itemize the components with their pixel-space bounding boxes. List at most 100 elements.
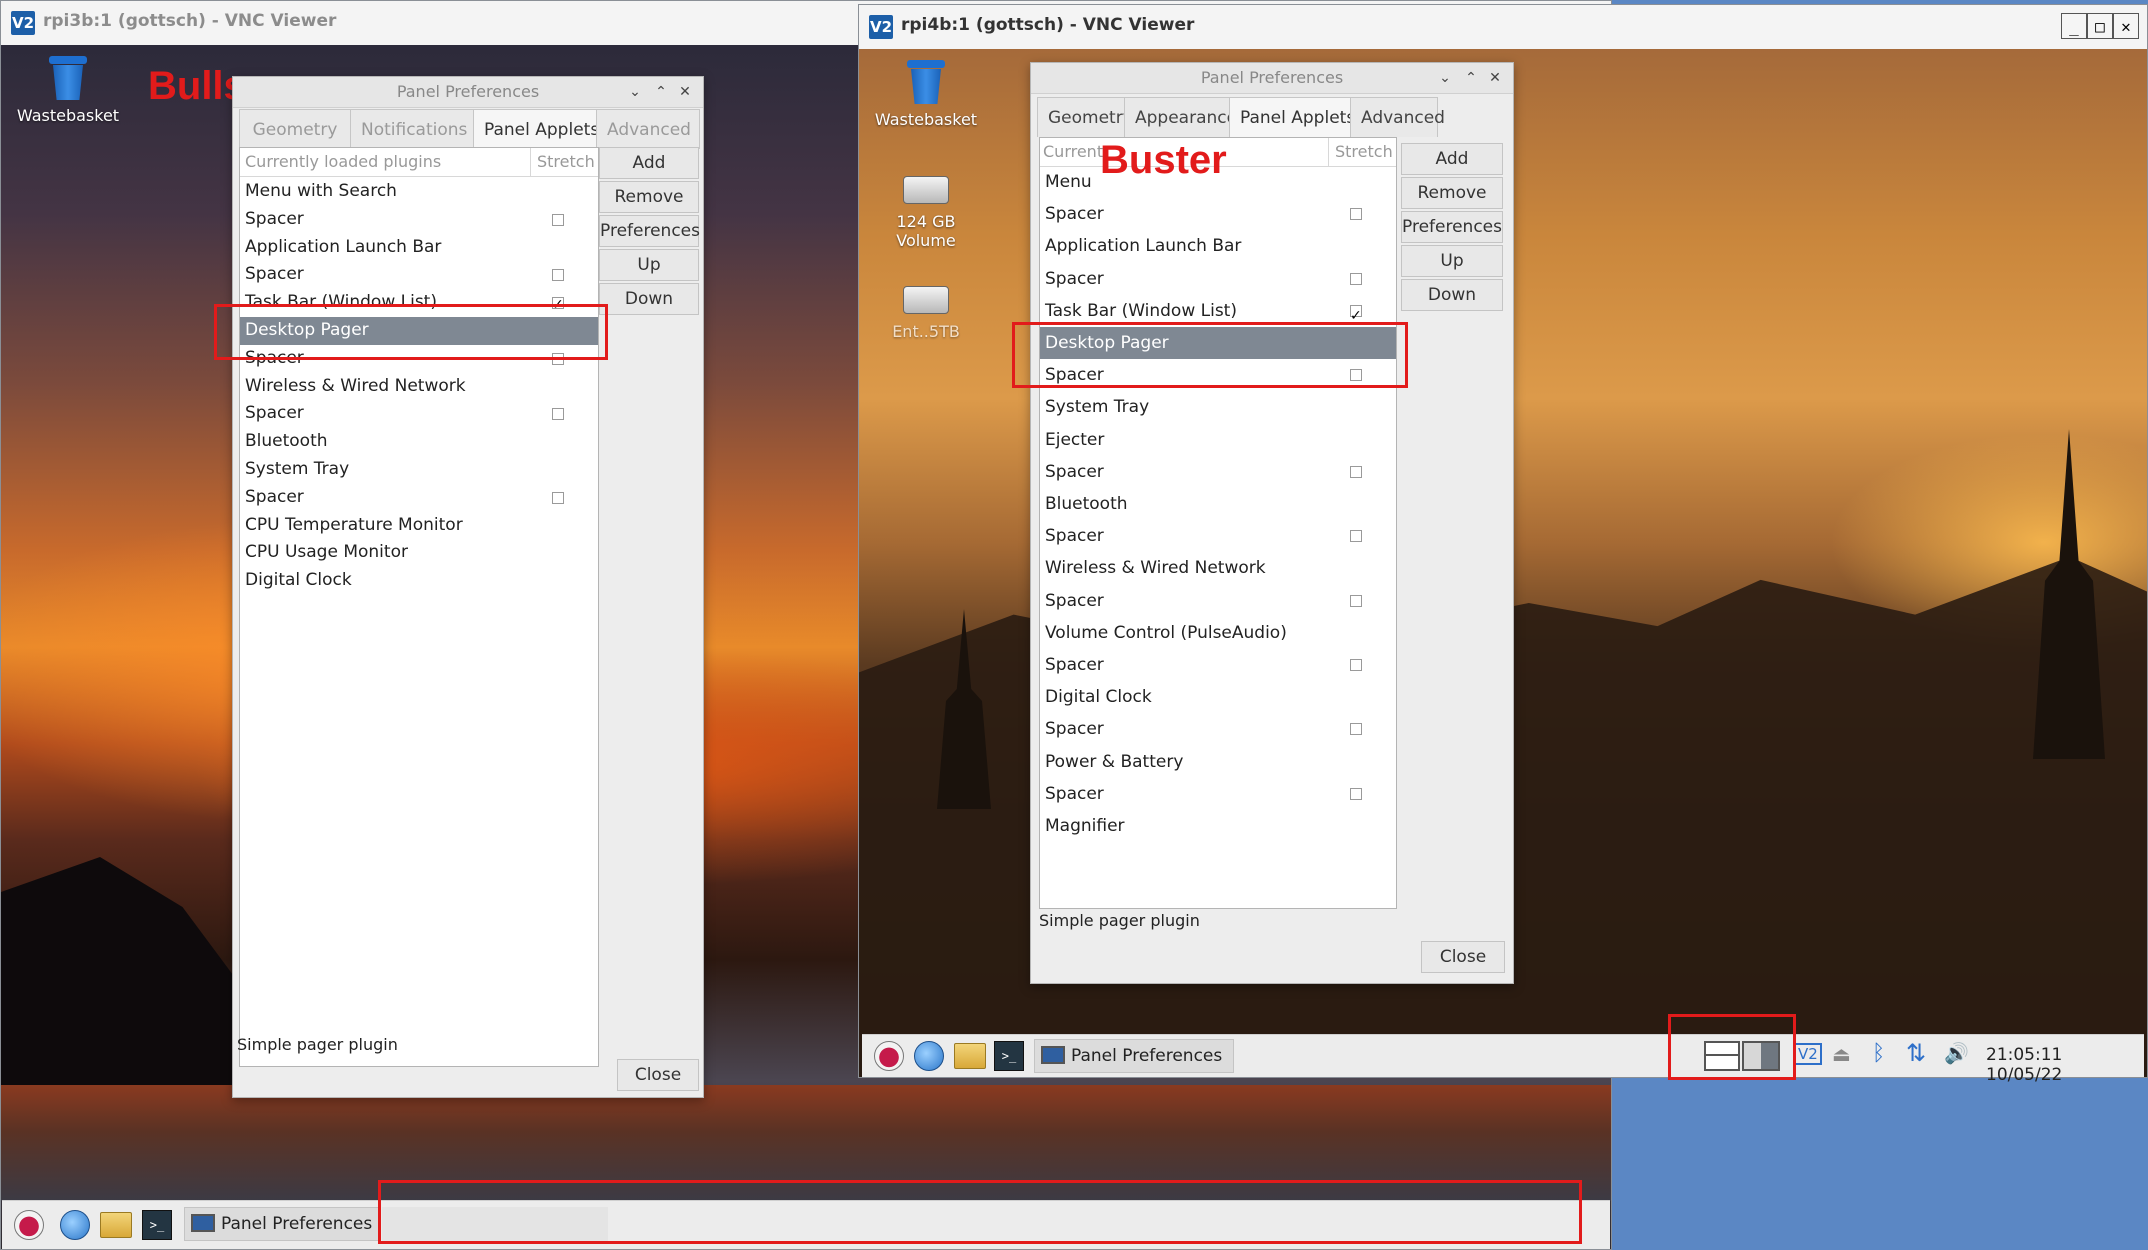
folder-icon[interactable] [100, 1212, 132, 1238]
globe-icon[interactable] [60, 1210, 90, 1240]
volume-icon[interactable]: 🔊 [1944, 1041, 1969, 1065]
vnc-icon[interactable]: V2 [1794, 1043, 1822, 1065]
list-item[interactable]: Menu with Search [240, 178, 598, 206]
bluetooth-icon[interactable]: ᛒ [1872, 1041, 1885, 1066]
maximize-button[interactable]: □ [2087, 13, 2113, 39]
up-button[interactable]: Up [1401, 245, 1503, 277]
tab-advanced[interactable]: Advanced [1350, 97, 1445, 137]
minimize-button[interactable]: _ [2061, 13, 2087, 39]
stretch-checkbox[interactable] [552, 269, 564, 282]
tab-geometry[interactable]: Geometry [239, 109, 351, 149]
list-item-label: Spacer [1045, 204, 1104, 225]
list-item[interactable]: System Tray [240, 456, 598, 484]
taskbar-buster: >_ Panel Preferences V2 ⏏ ᛒ ⇅ 🔊 21:05:11… [862, 1034, 2144, 1085]
terminal-icon[interactable]: >_ [994, 1041, 1024, 1071]
list-item[interactable]: Spacer [1040, 649, 1396, 681]
network-icon[interactable]: ⇅ [1906, 1039, 1926, 1067]
drive-icon [903, 286, 949, 314]
tab-panel-applets[interactable]: Panel Applets [1229, 97, 1355, 137]
list-item-label: Spacer [245, 486, 304, 507]
stretch-checkbox[interactable] [1350, 300, 1362, 332]
preferences-button[interactable]: Preferences [1401, 211, 1503, 243]
stretch-checkbox[interactable] [1350, 465, 1362, 478]
close-button[interactable]: ✕ [2113, 13, 2139, 39]
tab-advanced[interactable]: Advanced [596, 109, 700, 149]
list-item[interactable]: Ejecter [1040, 424, 1396, 456]
raspberry-icon[interactable] [14, 1210, 44, 1240]
list-item[interactable]: Volume Control (PulseAudio) [1040, 617, 1396, 649]
list-item[interactable]: Spacer [1040, 713, 1396, 745]
minimize-icon[interactable]: ⌄ [623, 77, 647, 107]
add-button[interactable]: Add [1401, 143, 1503, 175]
raspberry-icon[interactable] [874, 1041, 904, 1071]
close-icon[interactable]: ✕ [673, 77, 697, 107]
list-item[interactable]: Power & Battery [1040, 746, 1396, 778]
list-item[interactable]: Spacer [240, 261, 598, 289]
add-button[interactable]: Add [599, 147, 699, 179]
stretch-checkbox[interactable] [1350, 530, 1362, 543]
list-item[interactable]: Spacer [1040, 778, 1396, 810]
stretch-checkbox[interactable] [1350, 659, 1362, 671]
list-item-label: Magnifier [1045, 816, 1125, 836]
list-item[interactable]: CPU Usage Monitor [240, 539, 598, 567]
folder-icon[interactable] [954, 1043, 986, 1069]
plugin-list[interactable]: Current Stretch Menu Spacer Application La… [1039, 137, 1397, 909]
stretch-checkbox[interactable] [552, 408, 564, 421]
eject-icon[interactable]: ⏏ [1832, 1042, 1851, 1066]
taskbar-item-panel-preferences[interactable]: Panel Preferences [184, 1207, 380, 1241]
maximize-icon[interactable]: ⌃ [649, 77, 673, 107]
tab-geometry[interactable]: Geometry [1037, 97, 1133, 137]
up-button[interactable]: Up [599, 249, 699, 281]
stretch-checkbox[interactable] [552, 491, 564, 504]
list-item[interactable]: Spacer [240, 400, 598, 428]
remove-button[interactable]: Remove [1401, 177, 1503, 209]
list-item[interactable]: Bluetooth [240, 428, 598, 456]
maximize-icon[interactable]: ⌃ [1459, 63, 1483, 93]
plugin-list[interactable]: Currently loaded plugins Stretch Menu wi… [239, 147, 599, 1067]
list-item[interactable]: Spacer [240, 206, 598, 234]
digital-clock[interactable]: 21:05:11 10/05/22 [1986, 1045, 2144, 1085]
list-item[interactable]: Digital Clock [1040, 681, 1396, 713]
volume-desktop-icon[interactable]: 124 GB Volume [866, 170, 986, 250]
list-item[interactable]: Application Launch Bar [240, 234, 598, 262]
taskbar-item-panel-preferences[interactable]: Panel Preferences [1034, 1039, 1234, 1073]
stretch-checkbox[interactable] [1350, 272, 1362, 285]
list-item[interactable]: Spacer [1040, 585, 1396, 617]
down-button[interactable]: Down [1401, 279, 1503, 311]
list-item[interactable]: Wireless & Wired Network [1040, 552, 1396, 584]
stretch-checkbox[interactable] [1350, 723, 1362, 736]
list-item[interactable]: Spacer [1040, 263, 1396, 295]
drive2-desktop-icon[interactable]: Ent..5TB [866, 280, 986, 341]
wastebasket-desktop-icon[interactable]: Wastebasket [8, 56, 128, 125]
vnc-title-bar[interactable]: V2 rpi4b:1 (gottsch) - VNC Viewer _ □ ✕ [859, 5, 2147, 50]
remove-button[interactable]: Remove [599, 181, 699, 213]
list-item[interactable]: Wireless & Wired Network [240, 373, 598, 401]
close-button[interactable]: Close [617, 1059, 699, 1091]
globe-icon[interactable] [914, 1041, 944, 1071]
close-button[interactable]: Close [1421, 941, 1505, 973]
stretch-checkbox[interactable] [1350, 787, 1362, 800]
list-item[interactable]: Application Launch Bar [1040, 230, 1396, 262]
stretch-checkbox[interactable] [1350, 208, 1362, 221]
list-item[interactable]: Digital Clock [240, 567, 598, 595]
list-item[interactable]: Magnifier [1040, 810, 1396, 842]
list-item[interactable]: Spacer [1040, 520, 1396, 552]
list-item[interactable]: Spacer [1040, 198, 1396, 230]
tab-appearance[interactable]: Appearance [1124, 97, 1237, 137]
close-icon[interactable]: ✕ [1483, 63, 1507, 93]
wastebasket-desktop-icon[interactable]: Wastebasket [866, 60, 986, 129]
wastebasket-icon [905, 60, 947, 104]
stretch-checkbox[interactable] [552, 213, 564, 226]
tab-panel-applets[interactable]: Panel Applets [473, 109, 599, 149]
down-button[interactable]: Down [599, 283, 699, 315]
terminal-icon[interactable]: >_ [142, 1210, 172, 1240]
list-item[interactable]: Bluetooth [1040, 488, 1396, 520]
minimize-icon[interactable]: ⌄ [1433, 63, 1457, 93]
preferences-button[interactable]: Preferences [599, 215, 700, 247]
list-item[interactable]: CPU Temperature Monitor [240, 512, 598, 540]
tab-notifications[interactable]: Notifications [350, 109, 474, 149]
list-item[interactable]: Spacer [1040, 456, 1396, 488]
stretch-checkbox[interactable] [1350, 594, 1362, 607]
list-item[interactable]: Spacer [240, 484, 598, 512]
list-item[interactable]: System Tray [1040, 391, 1396, 423]
